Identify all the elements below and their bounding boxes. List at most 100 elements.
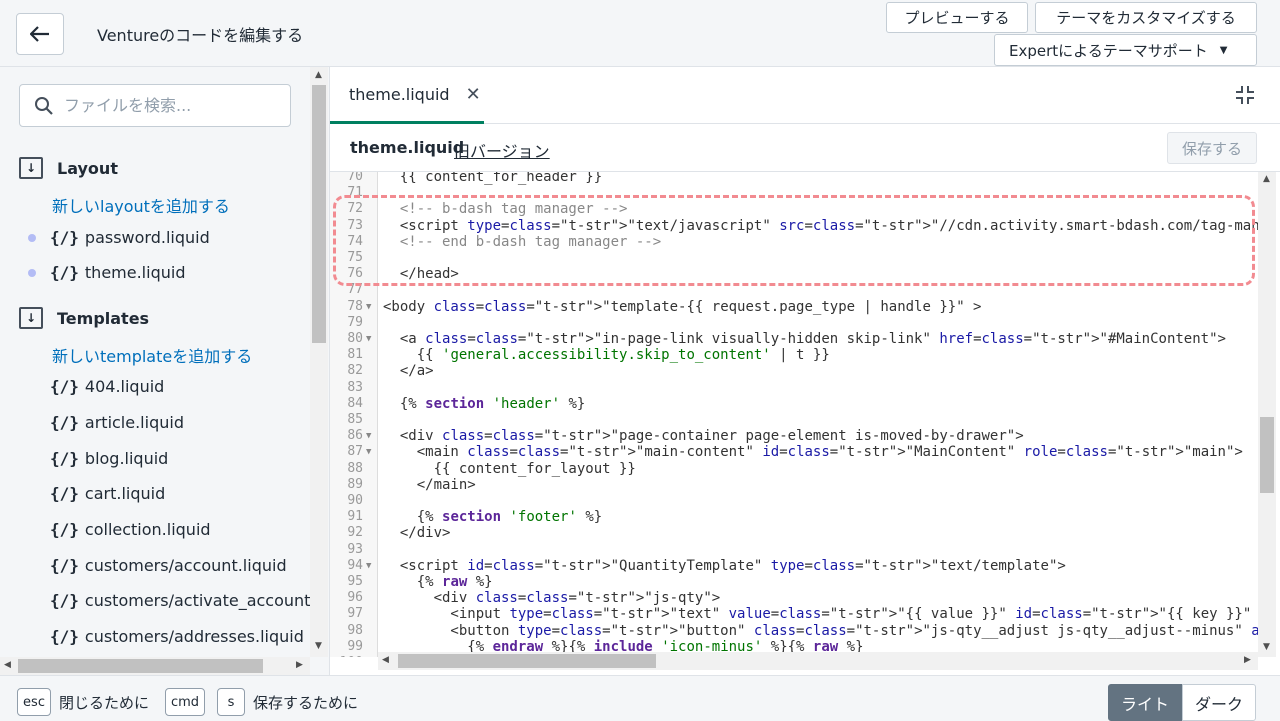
code-line[interactable]: 94 ▼ <script id=class="t-str">"QuantityTe…: [330, 558, 1258, 574]
line-number: 87: [347, 444, 363, 460]
scroll-down-icon[interactable]: ▼: [315, 641, 322, 651]
code-text: <main class=class="t-str">"main-content"…: [383, 444, 1243, 461]
code-line[interactable]: 95 {% raw %}: [330, 574, 1258, 590]
code-text: </main>: [383, 476, 476, 493]
code-line[interactable]: 86 ▼ <div class=class="t-str">"page-conta…: [330, 428, 1258, 444]
scroll-right-icon[interactable]: ▶: [296, 660, 303, 670]
liquid-file-icon: {/}: [50, 228, 79, 247]
code-line[interactable]: 84 {% section 'header' %}: [330, 396, 1258, 412]
line-number: 79: [347, 314, 363, 330]
code-line[interactable]: 82 </a>: [330, 363, 1258, 379]
code-line[interactable]: 93: [330, 542, 1258, 558]
file-item[interactable]: {/} collection.liquid: [28, 520, 211, 539]
highlight-annotation-box: [333, 195, 1255, 286]
sidebar-scroll-thumb[interactable]: [312, 85, 326, 343]
file-item[interactable]: {/} article.liquid: [28, 413, 184, 432]
section-layout-header[interactable]: ↓ Layout: [19, 157, 118, 179]
line-number: 70: [347, 172, 363, 184]
current-file-name: theme.liquid: [350, 138, 465, 157]
code-text: </div>: [383, 525, 451, 542]
old-versions-link[interactable]: 旧バージョン: [454, 138, 550, 162]
fold-arrow-icon[interactable]: ▼: [366, 299, 371, 315]
code-text: <script id=class="t-str">"QuantityTempla…: [383, 557, 1066, 574]
editor-horizontal-scrollbar[interactable]: ◀ ▶: [378, 652, 1258, 670]
code-line[interactable]: 80 ▼ <a class=class="t-str">"in-page-link…: [330, 331, 1258, 347]
modified-dot-icon: [28, 268, 36, 277]
code-line[interactable]: 70 {{ content_for_header }}: [330, 172, 1258, 185]
scroll-left-icon[interactable]: ◀: [4, 660, 11, 670]
add-template-link[interactable]: 新しいtemplateを追加する: [52, 343, 252, 367]
scroll-down-icon[interactable]: ▼: [1263, 642, 1270, 652]
expert-support-dropdown[interactable]: Expertによるテーマサポート ▼: [994, 34, 1257, 66]
code-line[interactable]: 78 ▼ <body class=class="t-str">"template-{…: [330, 299, 1258, 315]
code-line[interactable]: 85: [330, 412, 1258, 428]
fold-arrow-icon[interactable]: ▼: [366, 428, 371, 444]
file-item[interactable]: {/} 404.liquid: [28, 377, 164, 396]
file-item[interactable]: {/} theme.liquid: [28, 263, 185, 282]
file-item[interactable]: {/} customers/account.liquid: [28, 556, 287, 575]
s-key-hint: s: [217, 688, 245, 716]
preview-button[interactable]: プレビューする: [886, 2, 1028, 33]
caret-down-icon: ▼: [1219, 44, 1228, 56]
file-item[interactable]: {/} password.liquid: [28, 228, 210, 247]
liquid-file-icon: {/}: [50, 556, 79, 575]
tab-theme-liquid[interactable]: theme.liquid ✕: [330, 67, 484, 124]
line-number: 84: [347, 395, 363, 411]
file-item[interactable]: {/} customers/addresses.liquid: [28, 627, 304, 646]
back-button[interactable]: [16, 13, 64, 55]
page-title: Ventureのコードを編集する: [97, 26, 304, 45]
scroll-up-icon[interactable]: ▲: [315, 70, 322, 80]
file-search-input[interactable]: [64, 96, 264, 115]
line-number: 95: [347, 574, 363, 589]
code-line[interactable]: 89 </main>: [330, 477, 1258, 493]
sidebar-hscroll-thumb[interactable]: [18, 659, 263, 673]
file-info-bar: theme.liquid 旧バージョン 保存する: [330, 124, 1280, 172]
light-theme-button[interactable]: ライト: [1108, 684, 1182, 721]
sidebar-horizontal-scrollbar[interactable]: ◀ ▶: [0, 657, 310, 675]
footer-bar: esc 閉じるために cmd s 保存するために ライト ダーク: [0, 675, 1280, 721]
file-item[interactable]: {/} blog.liquid: [28, 449, 168, 468]
liquid-file-icon: {/}: [50, 627, 79, 646]
editor-vertical-scrollbar[interactable]: ▲ ▼: [1258, 172, 1276, 657]
add-layout-link[interactable]: 新しいlayoutを追加する: [52, 193, 230, 217]
line-number: 91: [347, 509, 363, 525]
close-tab-icon[interactable]: ✕: [466, 84, 481, 105]
dark-theme-button[interactable]: ダーク: [1182, 684, 1256, 721]
fold-arrow-icon[interactable]: ▼: [366, 331, 371, 347]
code-line[interactable]: 81 {{ 'general.accessibility.skip_to_con…: [330, 347, 1258, 363]
liquid-file-icon: {/}: [50, 484, 79, 503]
file-item[interactable]: {/} customers/activate_account.li: [28, 591, 324, 610]
file-search-box[interactable]: [19, 84, 291, 127]
fold-arrow-icon[interactable]: ▼: [366, 444, 371, 460]
line-number: 97: [347, 606, 363, 622]
sidebar-vertical-scrollbar[interactable]: ▲ ▼: [310, 67, 328, 657]
file-item[interactable]: {/} cart.liquid: [28, 484, 165, 503]
code-line[interactable]: 91 {% section 'footer' %}: [330, 509, 1258, 525]
code-line[interactable]: 97 <input type=class="t-str">"text" valu…: [330, 606, 1258, 622]
fold-arrow-icon[interactable]: ▼: [366, 558, 371, 574]
line-number: 86: [347, 428, 363, 444]
code-line[interactable]: 96 <div class=class="t-str">"js-qty">: [330, 590, 1258, 606]
code-line[interactable]: 92 </div>: [330, 525, 1258, 541]
code-text: <a class=class="t-str">"in-page-link vis…: [383, 331, 1226, 347]
scroll-up-icon[interactable]: ▲: [1263, 174, 1270, 184]
scroll-left-icon[interactable]: ◀: [382, 655, 389, 665]
code-line[interactable]: 88 {{ content_for_layout }}: [330, 461, 1258, 477]
editor-scroll-thumb[interactable]: [1260, 417, 1274, 493]
code-line[interactable]: 83: [330, 380, 1258, 396]
line-number: 92: [347, 525, 363, 541]
code-area[interactable]: 70 {{ content_for_header }} 71 72 <!-- b-d…: [330, 172, 1258, 657]
save-button[interactable]: 保存する: [1167, 132, 1257, 164]
code-line[interactable]: 98 <button type=class="t-str">"button" c…: [330, 623, 1258, 639]
collapse-icon[interactable]: [1234, 84, 1256, 106]
code-line[interactable]: 79: [330, 315, 1258, 331]
editor-tab-bar: theme.liquid ✕: [330, 67, 1280, 124]
code-line[interactable]: 90: [330, 493, 1258, 509]
line-number: 80: [347, 331, 363, 346]
code-line[interactable]: 87 ▼ <main class=class="t-str">"main-cont…: [330, 444, 1258, 460]
editor-hscroll-thumb[interactable]: [398, 654, 656, 668]
line-number: 81: [347, 347, 363, 363]
section-templates-header[interactable]: ↓ Templates: [19, 307, 149, 329]
customize-theme-button[interactable]: テーマをカスタマイズする: [1035, 2, 1257, 33]
scroll-right-icon[interactable]: ▶: [1244, 655, 1251, 665]
